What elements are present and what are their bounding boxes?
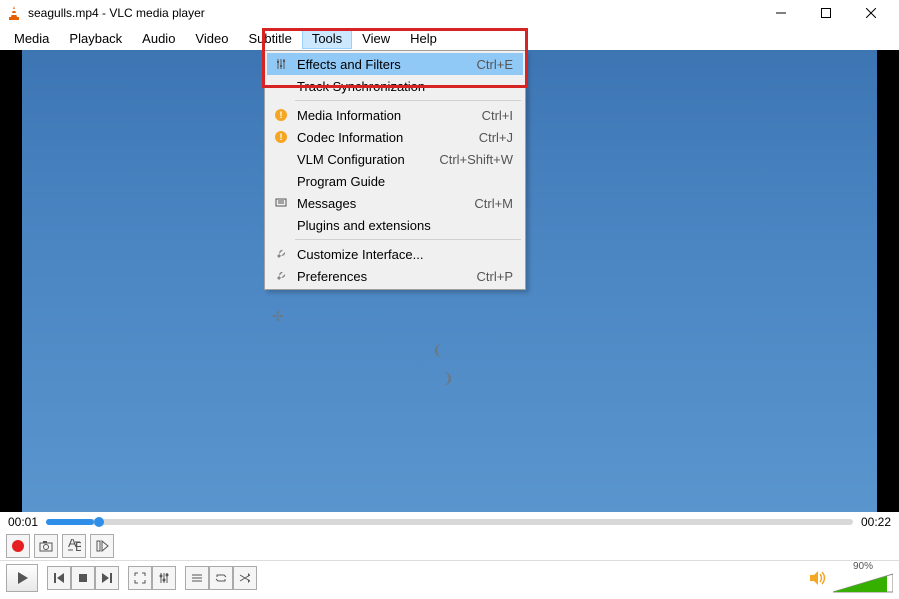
previous-button[interactable] bbox=[47, 566, 71, 590]
next-button[interactable] bbox=[95, 566, 119, 590]
menu-item-label: Media Information bbox=[291, 108, 482, 123]
speaker-icon[interactable] bbox=[809, 570, 827, 586]
frame-step-button[interactable] bbox=[90, 534, 114, 558]
skip-back-icon bbox=[53, 572, 65, 584]
pillarbox-left bbox=[0, 50, 22, 512]
loop-button[interactable] bbox=[209, 566, 233, 590]
seek-handle[interactable] bbox=[94, 517, 104, 527]
menu-help[interactable]: Help bbox=[400, 28, 447, 49]
fullscreen-button[interactable] bbox=[128, 566, 152, 590]
menu-view[interactable]: View bbox=[352, 28, 400, 49]
time-elapsed: 00:01 bbox=[8, 515, 38, 529]
menu-item-shortcut: Ctrl+E bbox=[477, 57, 519, 72]
wrench-icon bbox=[271, 248, 291, 260]
menu-separator bbox=[295, 239, 521, 240]
tools-menu-item[interactable]: Customize Interface... bbox=[267, 243, 523, 265]
seek-slider[interactable] bbox=[46, 519, 853, 525]
playlist-button[interactable] bbox=[185, 566, 209, 590]
menu-item-label: Customize Interface... bbox=[291, 247, 513, 262]
record-icon bbox=[12, 540, 24, 552]
camera-icon bbox=[39, 539, 53, 553]
tools-menu-item[interactable]: Program Guide bbox=[267, 170, 523, 192]
menu-separator bbox=[295, 100, 521, 101]
menu-item-shortcut: Ctrl+M bbox=[474, 196, 519, 211]
fullscreen-icon bbox=[134, 572, 146, 584]
stop-icon bbox=[77, 572, 89, 584]
play-button[interactable] bbox=[6, 564, 38, 592]
menu-playback[interactable]: Playback bbox=[59, 28, 132, 49]
tools-menu-item[interactable]: Track Synchronization bbox=[267, 75, 523, 97]
shuffle-button[interactable] bbox=[233, 566, 257, 590]
seek-fill bbox=[46, 519, 94, 525]
menu-video[interactable]: Video bbox=[185, 28, 238, 49]
tools-menu-item[interactable]: !Codec InformationCtrl+J bbox=[267, 126, 523, 148]
title-bar: seagulls.mp4 - VLC media player bbox=[0, 0, 899, 26]
close-button[interactable] bbox=[848, 0, 893, 26]
warn-icon: ! bbox=[271, 131, 291, 143]
window-title: seagulls.mp4 - VLC media player bbox=[28, 6, 758, 20]
control-row-record: AB bbox=[0, 532, 899, 560]
menu-item-label: Track Synchronization bbox=[291, 79, 513, 94]
menu-item-label: Program Guide bbox=[291, 174, 513, 189]
warn-icon: ! bbox=[271, 109, 291, 121]
volume-control: 90% bbox=[809, 561, 893, 594]
menu-tools[interactable]: Tools bbox=[302, 28, 352, 49]
menu-bar: Media Playback Audio Video Subtitle Tool… bbox=[0, 26, 899, 50]
play-icon bbox=[15, 571, 29, 585]
menu-item-shortcut: Ctrl+Shift+W bbox=[439, 152, 519, 167]
loop-ab-button[interactable]: AB bbox=[62, 534, 86, 558]
tools-menu-item[interactable]: MessagesCtrl+M bbox=[267, 192, 523, 214]
loop-ab-icon: AB bbox=[67, 539, 81, 553]
tools-menu-item[interactable]: Effects and FiltersCtrl+E bbox=[267, 53, 523, 75]
maximize-button[interactable] bbox=[803, 0, 848, 26]
menu-item-label: Codec Information bbox=[291, 130, 479, 145]
wrench-icon bbox=[271, 270, 291, 282]
volume-slider[interactable] bbox=[833, 572, 893, 594]
menu-item-label: Preferences bbox=[291, 269, 477, 284]
minimize-button[interactable] bbox=[758, 0, 803, 26]
menu-item-label: Messages bbox=[291, 196, 474, 211]
tools-menu-item[interactable]: !Media InformationCtrl+I bbox=[267, 104, 523, 126]
menu-media[interactable]: Media bbox=[4, 28, 59, 49]
bird-decoration: ❨ bbox=[432, 342, 444, 359]
tools-menu-item[interactable]: PreferencesCtrl+P bbox=[267, 265, 523, 287]
extended-settings-button[interactable] bbox=[152, 566, 176, 590]
bird-decoration: ❩ bbox=[442, 370, 454, 387]
tools-menu-item[interactable]: VLM ConfigurationCtrl+Shift+W bbox=[267, 148, 523, 170]
sliders-icon bbox=[158, 572, 170, 584]
control-row-main: 90% bbox=[0, 560, 899, 594]
vlc-cone-icon bbox=[6, 5, 22, 21]
skip-forward-icon bbox=[101, 572, 113, 584]
time-bar: 00:01 00:22 bbox=[0, 512, 899, 532]
svg-text:B: B bbox=[75, 539, 81, 553]
frame-step-icon bbox=[95, 539, 109, 553]
bird-decoration: · bbox=[422, 360, 425, 371]
snapshot-button[interactable] bbox=[34, 534, 58, 558]
menu-audio[interactable]: Audio bbox=[132, 28, 185, 49]
record-button[interactable] bbox=[6, 534, 30, 558]
msg-icon bbox=[271, 197, 291, 209]
stop-button[interactable] bbox=[71, 566, 95, 590]
sliders-icon bbox=[271, 58, 291, 70]
volume-percent-label: 90% bbox=[853, 561, 873, 572]
menu-item-shortcut: Ctrl+I bbox=[482, 108, 519, 123]
menu-item-shortcut: Ctrl+P bbox=[477, 269, 519, 284]
menu-item-label: Plugins and extensions bbox=[291, 218, 513, 233]
window-buttons bbox=[758, 0, 893, 26]
tools-dropdown: Effects and FiltersCtrl+E Track Synchroni… bbox=[264, 50, 526, 290]
pillarbox-right bbox=[877, 50, 899, 512]
bird-decoration: ✢ bbox=[272, 308, 284, 325]
menu-item-label: VLM Configuration bbox=[291, 152, 439, 167]
shuffle-icon bbox=[239, 572, 251, 584]
time-total: 00:22 bbox=[861, 515, 891, 529]
tools-menu-item[interactable]: Plugins and extensions bbox=[267, 214, 523, 236]
playlist-icon bbox=[191, 572, 203, 584]
menu-subtitle[interactable]: Subtitle bbox=[238, 28, 301, 49]
menu-item-shortcut: Ctrl+J bbox=[479, 130, 519, 145]
menu-item-label: Effects and Filters bbox=[291, 57, 477, 72]
loop-icon bbox=[215, 572, 227, 584]
